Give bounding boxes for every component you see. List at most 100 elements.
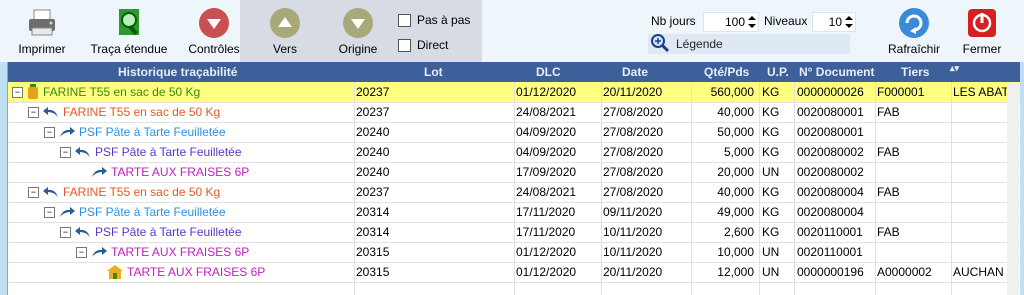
cell-dlc: 01/12/2020 xyxy=(516,245,577,259)
print-button[interactable]: Imprimer xyxy=(10,0,74,62)
grid-header: Historique traçabilité Lot DLC Date Qté/… xyxy=(8,62,1020,82)
step-checkbox[interactable]: Pas à pas xyxy=(398,13,470,27)
cell-up: KG xyxy=(762,145,780,159)
cell-qty: 5,000 xyxy=(723,145,754,159)
cell-up: KG xyxy=(762,85,780,99)
arrow-fwd-icon xyxy=(59,126,75,138)
cell-date: 27/08/2020 xyxy=(603,105,664,119)
tree-node-label: FARINE T55 en sac de 50 Kg xyxy=(63,185,221,199)
nb-days-spinner[interactable]: 100 xyxy=(703,12,759,32)
arrow-fwd-icon xyxy=(59,206,75,218)
column-separator xyxy=(601,82,602,295)
cell-doc: 0020080004 xyxy=(797,185,864,199)
cell-dlc: 17/09/2020 xyxy=(516,165,577,179)
tree-node[interactable]: − PSF Pâte à Tarte Feuilletée xyxy=(60,222,242,242)
step-label: Pas à pas xyxy=(417,13,471,27)
to-button[interactable]: Vers xyxy=(260,0,310,62)
cell-dlc: 24/08/2021 xyxy=(516,105,577,119)
tree-node-label: FARINE T55 en sac de 50 Kg xyxy=(43,85,201,99)
cell-date: 10/11/2020 xyxy=(603,245,663,259)
collapse-toggle[interactable]: − xyxy=(76,246,87,258)
controls-button[interactable]: Contrôles xyxy=(184,0,244,62)
direct-checkbox[interactable]: Direct xyxy=(398,38,448,52)
trace-button[interactable]: Traça étendue xyxy=(84,0,174,62)
direct-checkbox-box[interactable] xyxy=(398,38,411,52)
cell-date: 27/08/2020 xyxy=(603,125,664,139)
arrow-back-icon xyxy=(43,106,59,118)
cell-doc: 0020080001 xyxy=(797,125,864,139)
cell-lot: 20314 xyxy=(356,225,390,239)
cell-up: KG xyxy=(762,205,780,219)
bottle-icon xyxy=(27,84,39,100)
column-separator xyxy=(759,82,760,295)
cell-qty: 10,000 xyxy=(717,245,754,259)
cell-lot: 20237 xyxy=(356,105,390,119)
cell-qty: 560,000 xyxy=(710,85,754,99)
close-button[interactable]: Fermer xyxy=(956,0,1008,62)
down-arrow-icon xyxy=(198,7,230,39)
col-dlc[interactable]: DLC xyxy=(536,62,561,82)
step-checkbox-box[interactable] xyxy=(398,13,411,27)
cell-lot: 20240 xyxy=(356,165,390,179)
cell-up: KG xyxy=(762,185,780,199)
col-tiers[interactable]: Tiers xyxy=(901,62,929,82)
collapse-toggle[interactable]: − xyxy=(60,226,71,238)
collapse-toggle[interactable]: − xyxy=(28,106,39,118)
refresh-button[interactable]: Rafraîchir xyxy=(882,0,946,62)
col-lot[interactable]: Lot xyxy=(424,62,443,82)
col-date[interactable]: Date xyxy=(622,62,648,82)
col-history[interactable]: Historique traçabilité xyxy=(118,62,237,82)
tree-node[interactable]: TARTE AUX FRAISES 6P xyxy=(92,262,265,282)
col-up[interactable]: U.P. xyxy=(767,62,789,82)
collapse-toggle[interactable]: − xyxy=(28,186,39,198)
arrow-back-icon xyxy=(75,226,91,238)
tree-node[interactable]: − PSF Pâte à Tarte Feuilletée xyxy=(60,142,242,162)
refresh-label: Rafraîchir xyxy=(887,42,940,56)
controls-label: Contrôles xyxy=(188,42,240,56)
cell-doc: 0000000196 xyxy=(797,265,864,279)
tree-node[interactable]: − FARINE T55 en sac de 50 Kg xyxy=(28,182,220,202)
cell-qty: 49,000 xyxy=(717,205,754,219)
legend-button[interactable]: Légende xyxy=(648,33,850,56)
refresh-icon xyxy=(898,7,930,39)
tree-node[interactable]: − PSF Pâte à Tarte Feuilletée xyxy=(44,202,226,222)
levels-value: 10 xyxy=(828,15,842,29)
tree-node[interactable]: − TARTE AUX FRAISES 6P xyxy=(76,242,249,262)
cell-dlc: 17/11/2020 xyxy=(516,225,576,239)
print-label: Imprimer xyxy=(18,42,66,56)
vertical-scrollbar[interactable] xyxy=(1007,83,1019,295)
arrow-fwd-icon xyxy=(91,246,107,258)
cell-qty: 40,000 xyxy=(717,105,754,119)
col-qty[interactable]: Qté/Pds xyxy=(704,62,749,82)
collapse-toggle[interactable]: − xyxy=(12,86,23,98)
tree-node[interactable]: − PSF Pâte à Tarte Feuilletée xyxy=(44,122,226,142)
trace-label: Traça étendue xyxy=(90,42,168,56)
cell-lot: 20237 xyxy=(356,85,390,99)
legend-label: Légende xyxy=(676,37,723,51)
magnifier-icon xyxy=(650,33,670,56)
cell-dlc: 01/12/2020 xyxy=(516,265,577,279)
cell-up: UN xyxy=(762,165,780,179)
collapse-toggle[interactable]: − xyxy=(44,126,55,138)
nb-days-value: 100 xyxy=(724,15,745,29)
cell-date: 27/08/2020 xyxy=(603,185,664,199)
cell-qty: 2,600 xyxy=(723,225,754,239)
tree-node-label: TARTE AUX FRAISES 6P xyxy=(127,265,266,279)
tree-node[interactable]: TARTE AUX FRAISES 6P xyxy=(76,162,249,182)
direct-label: Direct xyxy=(417,38,449,52)
cell-date: 27/08/2020 xyxy=(603,145,664,159)
collapse-toggle[interactable]: − xyxy=(60,146,71,158)
cell-lot: 20237 xyxy=(356,185,390,199)
tree-node-label: PSF Pâte à Tarte Feuilletée xyxy=(95,225,242,239)
tree-node-label: PSF Pâte à Tarte Feuilletée xyxy=(95,145,242,159)
column-separator xyxy=(691,82,692,295)
tree-node[interactable]: − FARINE T55 en sac de 50 Kg xyxy=(28,102,220,122)
cell-dlc: 24/08/2021 xyxy=(516,185,577,199)
tree-node[interactable]: − FARINE T55 en sac de 50 Kg xyxy=(12,82,200,102)
origin-button[interactable]: Origine xyxy=(332,0,384,62)
cell-lot: 20314 xyxy=(356,205,390,219)
col-doc[interactable]: N° Document xyxy=(799,62,874,82)
collapse-toggle[interactable]: − xyxy=(44,206,55,218)
levels-spinner[interactable]: 10 xyxy=(812,12,856,32)
column-separator xyxy=(354,82,355,295)
